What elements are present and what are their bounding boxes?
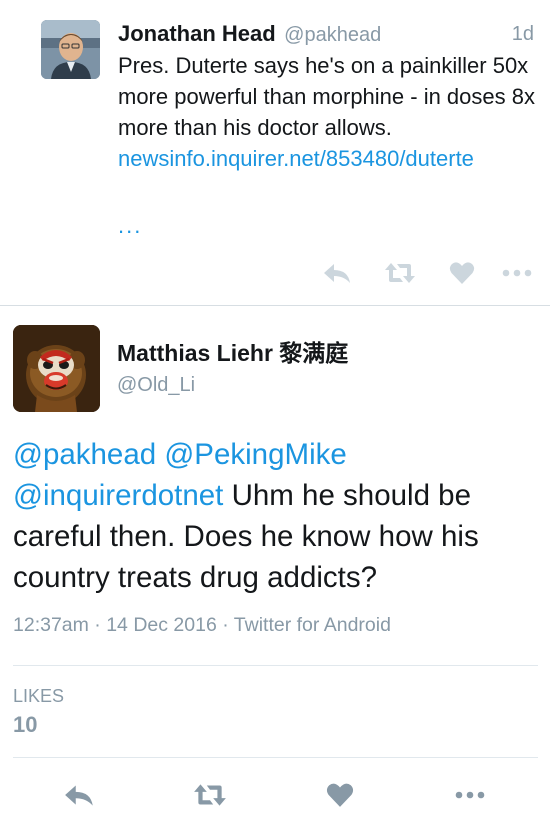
retweet-icon [383, 261, 417, 285]
divider [13, 665, 538, 666]
divider [0, 305, 550, 306]
author-name[interactable]: Jonathan Head [118, 21, 276, 46]
retweet-button[interactable] [382, 258, 418, 288]
author-row: Jonathan Head @pakhead [118, 20, 538, 48]
tweet-actions [40, 779, 520, 811]
parent-tweet[interactable]: Jonathan Head @pakhead 1d Pres. Duterte … [0, 0, 550, 306]
tweet-text: Pres. Duterte says he's on a painkiller … [118, 50, 538, 174]
likes-count[interactable]: 10 [13, 712, 37, 738]
like-button[interactable] [444, 258, 480, 288]
more-button[interactable] [500, 258, 534, 288]
tweet-link[interactable]: newsinfo.inquirer.net/853480/duterte [118, 146, 474, 171]
divider [13, 757, 538, 758]
likes-label[interactable]: LIKES [13, 685, 64, 707]
more-icon [454, 790, 486, 800]
tweet-body: Pres. Duterte says he's on a painkiller … [118, 53, 535, 140]
reply-icon [322, 261, 354, 285]
author-handle[interactable]: @Old_Li [117, 372, 195, 398]
mention-link[interactable]: @pakhead [13, 438, 156, 471]
avatar[interactable] [41, 20, 100, 79]
tweet-metadata: 12:37am · 14 Dec 2016 · Twitter for Andr… [13, 614, 391, 636]
more-icon [502, 268, 532, 278]
tweet-actions [320, 258, 535, 288]
tweet-timestamp[interactable]: 1d [512, 20, 534, 48]
author-name[interactable]: Matthias Liehr 黎满庭 [117, 338, 348, 368]
retweet-icon [192, 782, 228, 808]
author-handle[interactable]: @pakhead [284, 24, 381, 46]
retweet-button[interactable] [188, 779, 232, 811]
link-ellipsis[interactable]: ... [118, 210, 142, 241]
mention-link[interactable]: @inquirerdotnet [13, 479, 223, 512]
reply-button[interactable] [320, 258, 356, 288]
like-icon [326, 782, 354, 808]
more-button[interactable] [448, 779, 492, 811]
like-button[interactable] [318, 779, 362, 811]
reply-button[interactable] [58, 779, 102, 811]
reply-icon [63, 782, 97, 808]
like-icon [449, 261, 475, 285]
tweet-text: @pakhead @PekingMike @inquirerdotnet Uhm… [13, 434, 538, 598]
mention-link[interactable]: @PekingMike [164, 438, 346, 471]
avatar[interactable] [13, 325, 100, 412]
